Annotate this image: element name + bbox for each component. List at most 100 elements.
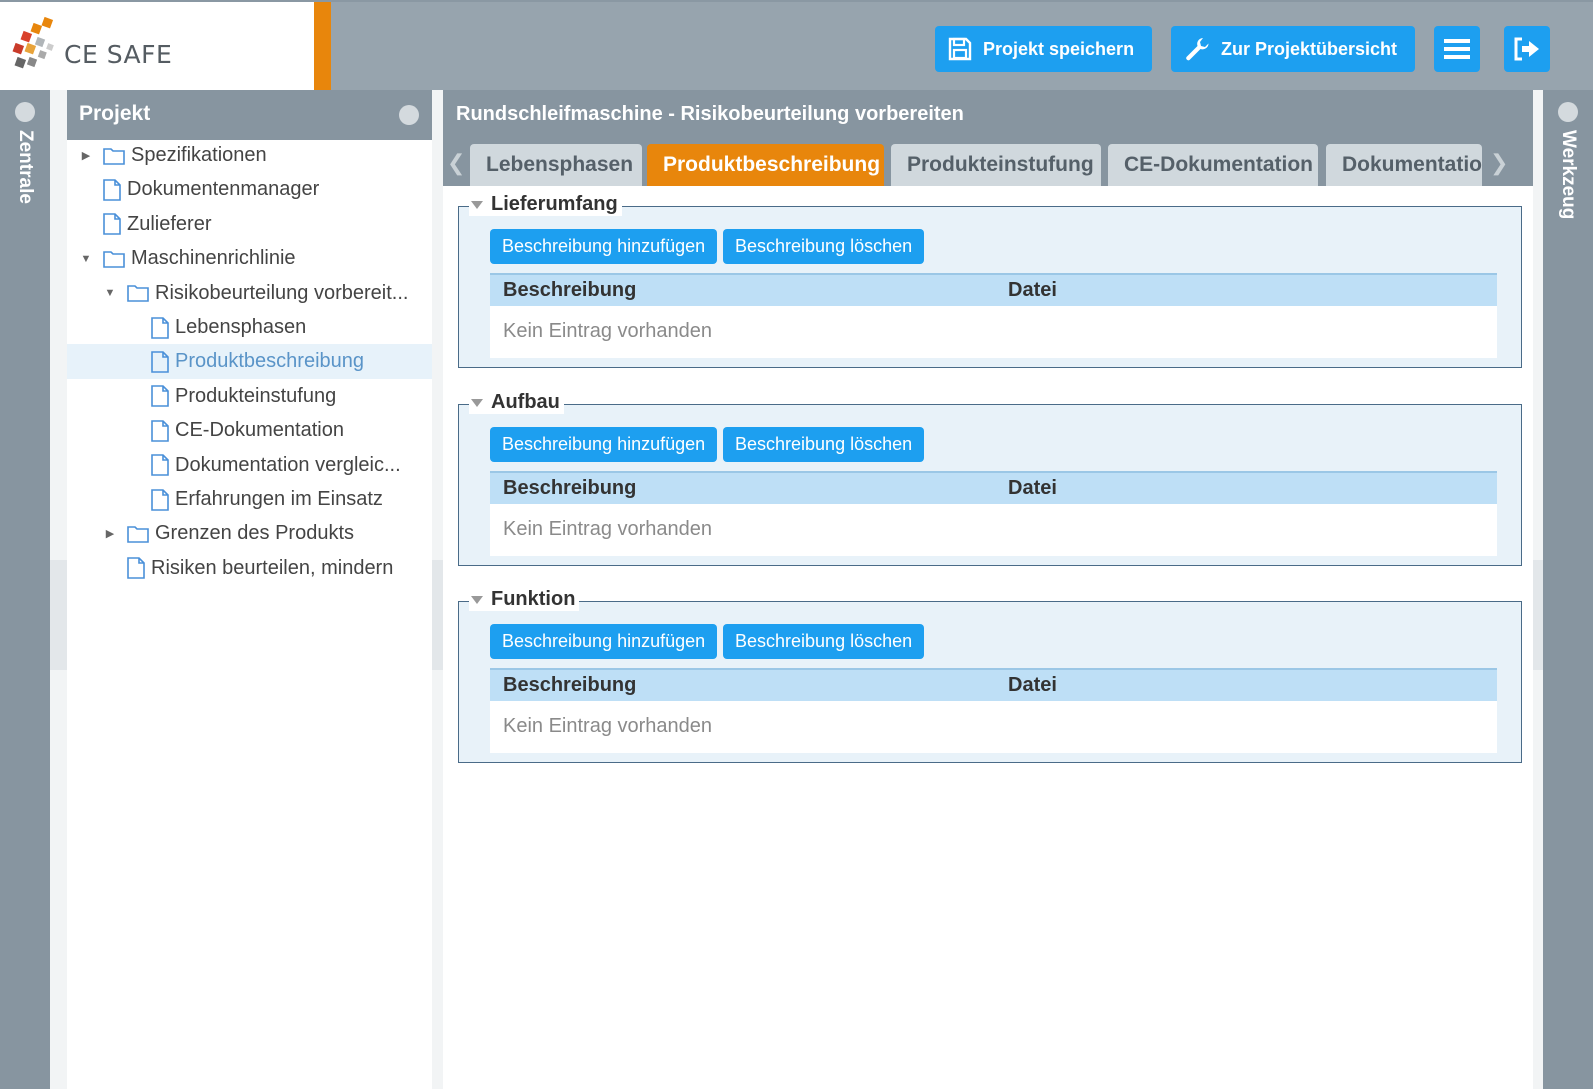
tree-item[interactable]: ▼ Maschinenrichlinie (67, 241, 432, 276)
tree-item-label: Erfahrungen im Einsatz (175, 488, 383, 510)
section-title-text: Aufbau (491, 391, 560, 413)
tree-item[interactable]: Zulieferer (67, 207, 432, 242)
right-splitter[interactable] (1533, 90, 1543, 1089)
menu-button[interactable] (1434, 26, 1480, 72)
folder-icon (127, 525, 149, 543)
tree-item[interactable]: ▼ Risikobeurteilung vorbereit... (67, 276, 432, 311)
delete-description-button[interactable]: Beschreibung löschen (723, 624, 925, 659)
table-header: Beschreibung Datei (490, 668, 1497, 701)
document-icon (151, 454, 169, 476)
collapse-caret-icon[interactable]: ▼ (103, 287, 117, 299)
tree-item-label: Grenzen des Produkts (155, 522, 354, 545)
tree-title: Projekt (79, 102, 151, 125)
tree-item[interactable]: Produkteinstufung (67, 379, 432, 414)
tree-item[interactable]: ▶ Spezifikationen (67, 138, 432, 173)
tree-item-label: Lebensphasen (175, 316, 307, 338)
tree-item-label: Produktbeschreibung (175, 350, 365, 373)
right-splitter-handle[interactable] (1533, 560, 1543, 670)
expand-caret-icon[interactable]: ▶ (103, 527, 117, 540)
tree-item-label: Dokumentation vergleic... (175, 453, 401, 476)
delete-description-button[interactable]: Beschreibung löschen (723, 229, 925, 264)
tab-lebensphasen[interactable]: Lebensphasen (470, 144, 642, 186)
document-icon (103, 213, 121, 236)
left-rail-zentrale[interactable]: Zentrale (0, 90, 50, 1089)
wrench-icon (1186, 38, 1209, 61)
main-content: Rundschleifmaschine - Risikobeurteilung … (443, 90, 1533, 1089)
floppy-disk-icon (948, 37, 972, 61)
document-icon (103, 179, 121, 201)
collapse-right-icon[interactable] (1558, 102, 1578, 122)
expand-caret-icon[interactable]: ▶ (79, 149, 93, 162)
left-splitter[interactable] (50, 90, 67, 1089)
save-project-button[interactable]: Projekt speichern (935, 26, 1153, 72)
center-splitter-handle[interactable] (432, 560, 443, 670)
column-header-beschreibung[interactable]: Beschreibung (503, 674, 636, 697)
empty-table-message: Kein Eintrag vorhanden (490, 701, 1497, 753)
project-overview-button[interactable]: Zur Projektübersicht (1171, 26, 1416, 72)
add-description-button[interactable]: Beschreibung hinzufügen (490, 624, 718, 659)
tree-item-label: Risikobeurteilung vorbereit... (155, 281, 409, 304)
document-icon (127, 557, 145, 580)
logo-accent-bar (314, 2, 331, 90)
tab-produktbeschreibung[interactable]: Produktbeschreibung (647, 144, 884, 186)
section-lieferumfang: Lieferumfang Beschreibung hinzufügen Besch… (458, 193, 1522, 368)
app-header: CE SAFE Projekt speichern Zur Projektübe… (0, 0, 1593, 90)
column-header-datei[interactable]: Datei (1008, 477, 1057, 500)
tree-item[interactable]: Erfahrungen im Einsatz (67, 482, 432, 517)
tree-item[interactable]: Risiken beurteilen, mindern (67, 551, 432, 586)
document-icon (151, 419, 169, 442)
empty-table-message: Kein Eintrag vorhanden (490, 504, 1497, 556)
document-icon (151, 385, 169, 408)
right-rail-werkzeug[interactable]: Werkzeug (1543, 90, 1593, 1089)
page-title: Rundschleifmaschine - Risikobeurteilung … (443, 90, 1533, 140)
project-tree-panel: Projekt ▶ Spezifikationen Dokumentenmanage… (67, 90, 432, 1089)
table-header: Beschreibung Datei (490, 273, 1497, 306)
tree-item[interactable]: Dokumentation vergleic... (67, 448, 432, 483)
section-title[interactable]: Funktion (469, 588, 580, 611)
tree-item[interactable]: ▶ Grenzen des Produkts (67, 516, 432, 551)
collapse-left-icon[interactable] (15, 102, 35, 122)
left-splitter-handle[interactable] (50, 560, 67, 670)
empty-table-message: Kein Eintrag vorhanden (490, 306, 1497, 358)
tree-item[interactable]: CE-Dokumentation (67, 413, 432, 448)
logo[interactable]: CE SAFE (0, 2, 314, 90)
column-header-beschreibung[interactable]: Beschreibung (503, 279, 636, 302)
section-title[interactable]: Lieferumfang (469, 193, 622, 216)
collapse-tree-icon[interactable] (399, 105, 419, 125)
tree-item-label: Risiken beurteilen, mindern (151, 556, 394, 579)
logout-button[interactable] (1504, 26, 1550, 72)
section-collapse-icon[interactable] (471, 595, 483, 604)
tab-bar: ❮ ❯ Lebensphasen Produktbeschreibung Produ… (443, 140, 1533, 186)
section-title[interactable]: Aufbau (469, 391, 564, 414)
folder-icon (127, 284, 149, 302)
logo-text: CE SAFE (64, 40, 173, 69)
column-header-datei[interactable]: Datei (1008, 674, 1057, 697)
section-collapse-icon[interactable] (471, 200, 483, 209)
document-icon (151, 351, 169, 373)
section-title-text: Funktion (491, 588, 576, 610)
column-header-beschreibung[interactable]: Beschreibung (503, 477, 636, 500)
tab-produkteinstufung[interactable]: Produkteinstufung (891, 144, 1101, 186)
tab-scroll-left-icon[interactable]: ❮ (447, 150, 465, 176)
center-splitter[interactable] (432, 90, 443, 1089)
tab-ce-dokumentation[interactable]: CE-Dokumentation (1108, 144, 1318, 186)
tree-item[interactable]: Lebensphasen (67, 310, 432, 345)
column-header-datei[interactable]: Datei (1008, 279, 1057, 302)
delete-description-button[interactable]: Beschreibung löschen (723, 427, 925, 462)
project-overview-label: Zur Projektübersicht (1221, 38, 1398, 59)
add-description-button[interactable]: Beschreibung hinzufügen (490, 229, 718, 264)
werkzeug-label: Werkzeug (1558, 130, 1579, 220)
add-description-button[interactable]: Beschreibung hinzufügen (490, 427, 718, 462)
tab-scroll-right-icon[interactable]: ❯ (1490, 150, 1508, 176)
tree-item-label: CE-Dokumentation (175, 419, 344, 442)
tree-item-label: Dokumentenmanager (127, 178, 320, 201)
section-collapse-icon[interactable] (471, 398, 483, 407)
collapse-caret-icon[interactable]: ▼ (79, 253, 93, 265)
table-header: Beschreibung Datei (490, 471, 1497, 504)
tree-item[interactable]: Dokumentenmanager (67, 172, 432, 207)
tree-item[interactable]: Produktbeschreibung (67, 344, 432, 380)
tab-dokumentatio[interactable]: Dokumentatio (1326, 144, 1482, 186)
folder-icon (103, 250, 125, 268)
tree-item-label: Maschinenrichlinie (131, 247, 296, 270)
zentrale-label: Zentrale (15, 130, 36, 204)
